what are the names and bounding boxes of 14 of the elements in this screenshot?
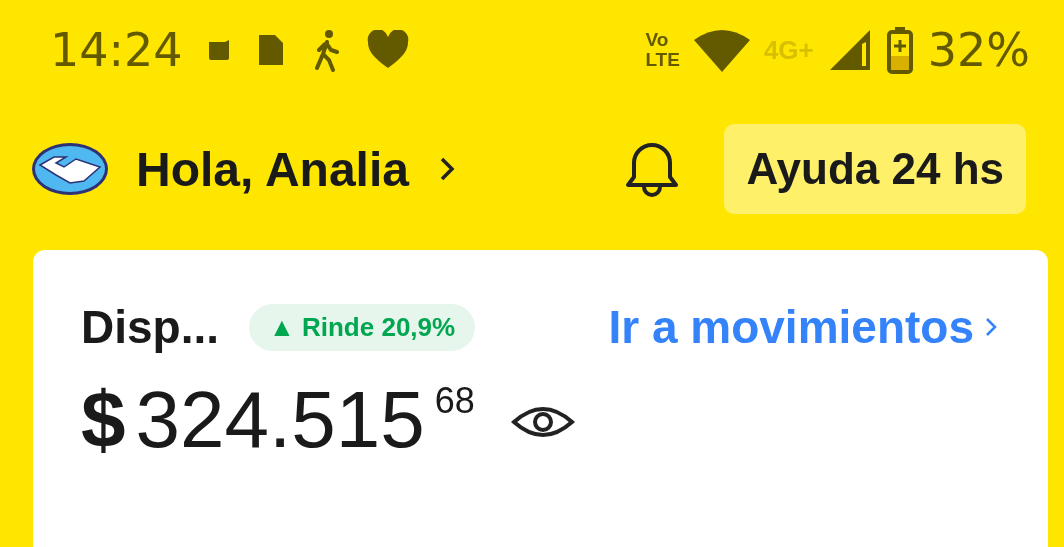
clock-time: 14:24 (50, 23, 183, 77)
greeting-link[interactable]: Hola, Analia (110, 141, 457, 197)
battery-icon (885, 26, 914, 74)
volte-label: Vo LTE (645, 30, 680, 70)
balance-amount: 324.515 (135, 374, 425, 466)
battery-percent: 32% (927, 23, 1030, 77)
account-title: Disp... (81, 300, 220, 354)
heart-icon (366, 30, 409, 70)
balance-cents: 68 (434, 380, 475, 422)
yield-badge: ▲ Rinde 20,9% (249, 303, 476, 351)
movements-link[interactable]: Ir a movimientos (608, 300, 1000, 354)
help-button[interactable]: Ayuda 24 hs (724, 124, 1026, 214)
wifi-icon (693, 28, 750, 72)
currency-symbol: $ (81, 374, 126, 466)
